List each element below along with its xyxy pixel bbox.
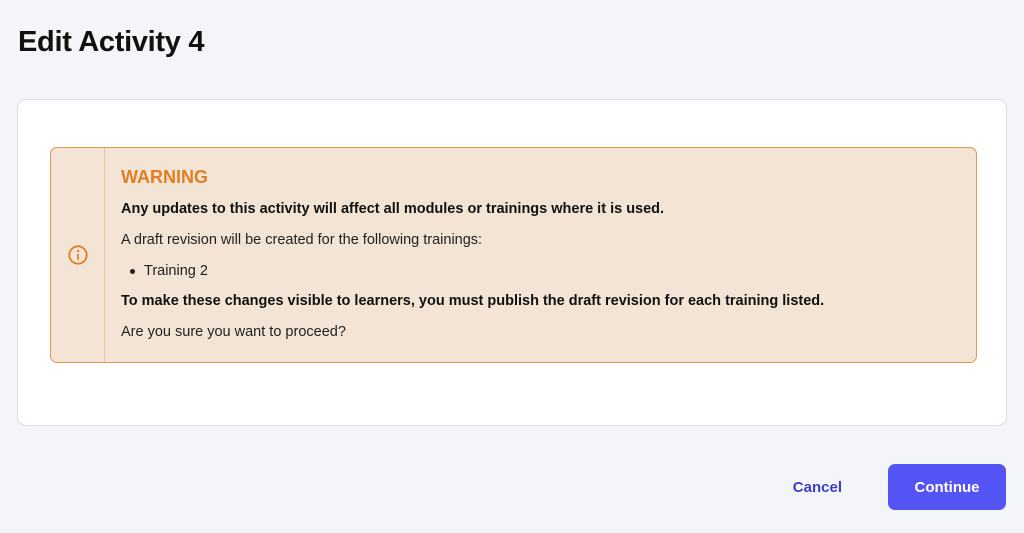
bullet-icon: [130, 268, 135, 274]
alert-title: WARNING: [121, 167, 208, 187]
content-card: WARNING Any updates to this activity wil…: [17, 99, 1007, 426]
training-list: Training 2: [121, 262, 824, 280]
alert-body: WARNING Any updates to this activity wil…: [105, 148, 824, 362]
list-item: Training 2: [130, 262, 824, 280]
continue-button[interactable]: Continue: [888, 464, 1006, 510]
alert-icon-column: [51, 148, 105, 362]
action-bar: Cancel Continue: [769, 464, 1006, 510]
alert-confirm-text: Are you sure you want to proceed?: [121, 324, 346, 340]
alert-publish-text: To make these changes visible to learner…: [121, 293, 825, 309]
warning-alert: WARNING Any updates to this activity wil…: [50, 147, 977, 363]
alert-draft-text: A draft revision will be created for the…: [121, 232, 483, 248]
page-title: Edit Activity 4: [18, 26, 205, 58]
alert-impact-text: Any updates to this activity will affect…: [121, 201, 665, 217]
info-circle-icon: [67, 245, 88, 265]
cancel-button[interactable]: Cancel: [769, 464, 866, 510]
training-name: Training 2: [144, 263, 208, 279]
